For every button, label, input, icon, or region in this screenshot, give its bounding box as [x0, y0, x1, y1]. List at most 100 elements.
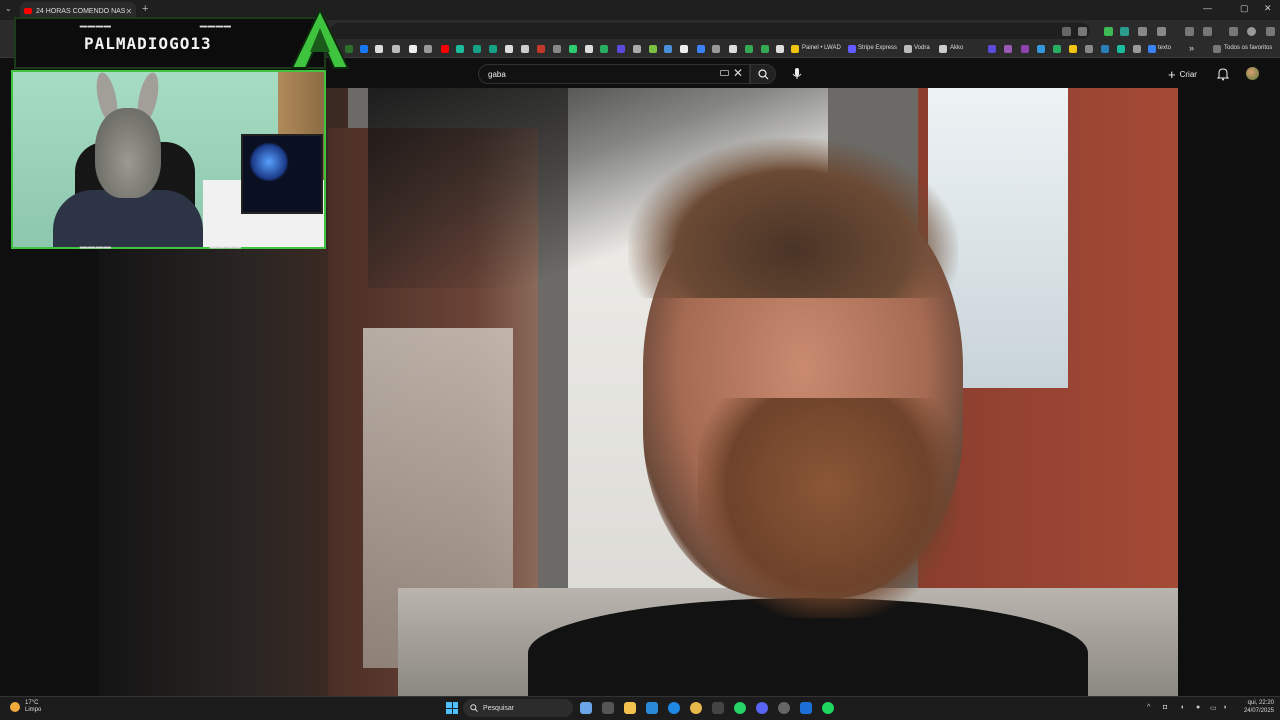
- bookmark-icon[interactable]: [553, 45, 561, 53]
- bookmark-icon[interactable]: [745, 45, 753, 53]
- bookmark-icon[interactable]: [424, 45, 432, 53]
- extensions-puzzle-icon[interactable]: [1157, 27, 1166, 36]
- bookmarks-overflow-button[interactable]: »: [1189, 43, 1194, 53]
- new-tab-button[interactable]: +: [142, 3, 148, 15]
- task-view-icon[interactable]: [602, 702, 614, 714]
- taskbar-clock[interactable]: qui, 22:20 24/07/2025: [1236, 699, 1274, 715]
- bookmark-icon[interactable]: [617, 45, 625, 53]
- bookmark-icon[interactable]: [1085, 45, 1093, 53]
- search-icon: [758, 69, 769, 80]
- bookmark-icon[interactable]: [729, 45, 737, 53]
- bookmark-icon[interactable]: [489, 45, 497, 53]
- notifications-bell-icon[interactable]: [1217, 67, 1229, 81]
- bookmark-texto[interactable]: texto: [1158, 45, 1171, 51]
- all-favorites-folder[interactable]: Todos os favoritos: [1224, 45, 1272, 51]
- create-button[interactable]: + Criar: [1168, 64, 1197, 84]
- start-button[interactable]: [446, 702, 458, 714]
- bookmark-icon[interactable]: [1021, 45, 1029, 53]
- search-input[interactable]: gaba: [478, 64, 750, 84]
- discord-icon[interactable]: [756, 702, 768, 714]
- weather-sun-icon: [10, 702, 20, 712]
- bookmark-icon[interactable]: [1133, 45, 1141, 53]
- bookmark-icon[interactable]: [649, 45, 657, 53]
- bookmark-icon[interactable]: [988, 45, 996, 53]
- akko-bookmark-icon[interactable]: [939, 45, 947, 53]
- tray-app-icon[interactable]: ●: [1196, 704, 1200, 711]
- bookmark-icon[interactable]: [456, 45, 464, 53]
- bookmark-icon[interactable]: [1117, 45, 1125, 53]
- youtube-icon[interactable]: [441, 45, 449, 53]
- minimize-button[interactable]: —: [1203, 3, 1212, 13]
- network-icon[interactable]: ▭: [1210, 704, 1217, 712]
- bookmark-icon[interactable]: [680, 45, 688, 53]
- settings-gear-icon[interactable]: [778, 702, 790, 714]
- copilot-icon[interactable]: [580, 702, 592, 714]
- bookmark-stripe[interactable]: Stripe Express: [858, 45, 897, 51]
- history-icon[interactable]: [1203, 27, 1212, 36]
- tray-app-icon[interactable]: ◘: [1163, 704, 1167, 711]
- bookmark-star-icon[interactable]: [1078, 27, 1087, 36]
- bookmark-icon[interactable]: [505, 45, 513, 53]
- edge-icon[interactable]: [668, 702, 680, 714]
- file-explorer-icon[interactable]: [624, 702, 636, 714]
- bookmark-icon[interactable]: [600, 45, 608, 53]
- bookmark-icon[interactable]: [776, 45, 784, 53]
- spotify-icon[interactable]: [822, 702, 834, 714]
- bookmark-icon[interactable]: [409, 45, 417, 53]
- whatsapp-icon[interactable]: [734, 702, 746, 714]
- texto-bookmark-icon[interactable]: [1148, 45, 1156, 53]
- bookmark-icon[interactable]: [1101, 45, 1109, 53]
- address-bar[interactable]: [330, 23, 1090, 39]
- bookmark-icon[interactable]: [633, 45, 641, 53]
- battery-icon[interactable]: ◗: [1223, 704, 1227, 711]
- bookmark-icon[interactable]: [392, 45, 400, 53]
- bookmark-icon[interactable]: [1037, 45, 1045, 53]
- taskbar-search[interactable]: Pesquisar: [463, 699, 573, 717]
- volume-icon[interactable]: ◖: [1180, 704, 1184, 711]
- browser-menu-icon[interactable]: [1266, 27, 1275, 36]
- extension-icon[interactable]: [1185, 27, 1194, 36]
- voice-search-button[interactable]: [788, 64, 806, 84]
- x-icon[interactable]: [375, 45, 383, 53]
- bookmark-icon[interactable]: [761, 45, 769, 53]
- tab-close-icon[interactable]: ✕: [125, 7, 132, 16]
- bookmark-icon[interactable]: [1069, 45, 1077, 53]
- bookmark-icon[interactable]: [537, 45, 545, 53]
- bookmark-icon[interactable]: [1004, 45, 1012, 53]
- extension-icon[interactable]: [1120, 27, 1129, 36]
- bookmark-icon[interactable]: [585, 45, 593, 53]
- facebook-icon[interactable]: [360, 45, 368, 53]
- app-icon[interactable]: [800, 702, 812, 714]
- bookmark-icon[interactable]: [521, 45, 529, 53]
- maximize-button[interactable]: ▢: [1240, 3, 1249, 14]
- video-frame-person: [628, 138, 958, 298]
- bookmark-icon[interactable]: [1053, 45, 1061, 53]
- chrome-icon[interactable]: [690, 702, 702, 714]
- install-app-icon[interactable]: [1062, 27, 1071, 36]
- bookmark-icon[interactable]: [697, 45, 705, 53]
- clear-search-icon[interactable]: ✕: [733, 66, 743, 80]
- store-icon[interactable]: [646, 702, 658, 714]
- bookmark-icon[interactable]: [712, 45, 720, 53]
- extension-icon[interactable]: [1138, 27, 1147, 36]
- bookmark-icon[interactable]: [473, 45, 481, 53]
- stripe-bookmark-icon[interactable]: [848, 45, 856, 53]
- painel-bookmark-icon[interactable]: [791, 45, 799, 53]
- tab-search-icon[interactable]: ⌄: [5, 4, 12, 13]
- bookmark-vodra[interactable]: Vodra: [914, 45, 930, 51]
- bookmark-icon[interactable]: [664, 45, 672, 53]
- tray-chevron-icon[interactable]: ^: [1147, 704, 1150, 711]
- weather-widget[interactable]: 17°C Limpo: [10, 700, 41, 714]
- search-button[interactable]: [750, 64, 776, 84]
- bookmark-akko[interactable]: Akko: [950, 45, 963, 51]
- extension-icon[interactable]: [1104, 27, 1113, 36]
- vodra-bookmark-icon[interactable]: [904, 45, 912, 53]
- close-window-button[interactable]: ✕: [1264, 3, 1272, 14]
- avatar[interactable]: [1246, 67, 1259, 80]
- bookmark-painel[interactable]: Painel • LWAD: [802, 45, 841, 51]
- profile-avatar-icon[interactable]: [1247, 27, 1256, 36]
- keyboard-icon[interactable]: [720, 70, 729, 76]
- xbox-icon[interactable]: [712, 702, 724, 714]
- bookmark-icon[interactable]: [569, 45, 577, 53]
- downloads-icon[interactable]: [1229, 27, 1238, 36]
